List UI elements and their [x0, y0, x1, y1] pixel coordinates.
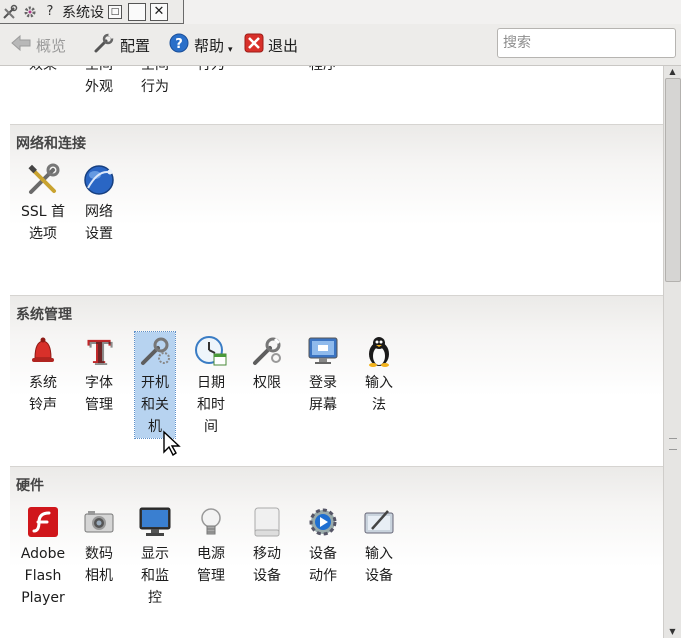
settings-item-datetime[interactable]: 日期 和时 间 — [189, 334, 233, 438]
scrollbar-grip — [669, 438, 677, 450]
tux-penguin-icon — [362, 334, 396, 368]
maximize-button[interactable] — [128, 2, 146, 21]
item-label: 数码 相机 — [85, 546, 113, 584]
section-title: 硬件 — [16, 478, 44, 494]
settings-item[interactable]: 行为 — [189, 66, 233, 76]
section-network: 网络和连接 SSL 首 选项 网络 设置 — [10, 124, 663, 296]
settings-item-permissions[interactable]: 权限 — [245, 334, 289, 394]
svg-text:?: ? — [175, 37, 183, 52]
wrench-icon — [92, 31, 116, 59]
tools-icon[interactable] — [0, 2, 20, 22]
font-icon: TT — [82, 334, 116, 368]
login-screen-icon — [306, 334, 340, 368]
item-label: 效果 — [17, 66, 69, 76]
settings-item-login-screen[interactable]: 登录 屏幕 — [301, 334, 345, 416]
settings-item-flash[interactable]: Adobe Flash Player — [21, 505, 65, 609]
back-arrow-icon — [10, 33, 32, 57]
item-label: 移动 设备 — [253, 546, 281, 584]
device-actions-icon — [306, 505, 340, 539]
item-label: 程序 — [297, 66, 349, 76]
close-button[interactable]: ✕ — [150, 2, 168, 21]
permissions-wrench-icon — [250, 334, 284, 368]
bell-icon — [26, 334, 60, 368]
clock-calendar-icon — [194, 334, 228, 368]
settings-item-fonts[interactable]: TT 字体 管理 — [77, 334, 121, 416]
input-tablet-icon — [362, 505, 396, 539]
item-label: Adobe Flash Player — [20, 546, 66, 606]
item-label: 日期 和时 间 — [197, 375, 225, 435]
settings-item[interactable]: 空间 外观 — [77, 66, 121, 98]
item-label: 开机 和关 机 — [141, 375, 169, 435]
scroll-up-icon[interactable]: ▲ — [664, 66, 681, 78]
settings-content: 效果 空间 外观 空间 行为 行为 程序 网络和连接 SSL 首 选项 网络 设… — [0, 66, 663, 638]
help-icon: ? — [168, 32, 190, 58]
scrollbar-thumb[interactable] — [665, 78, 681, 282]
ssl-tools-icon — [26, 163, 60, 197]
item-label: 空间 行为 — [141, 66, 169, 95]
item-label: 显示 和监 控 — [141, 546, 169, 606]
quit-button[interactable]: 退出 — [244, 32, 298, 58]
settings-item-input-devices[interactable]: 输入 设备 — [357, 505, 401, 587]
configure-button[interactable]: 配置 — [92, 32, 150, 58]
help-button[interactable]: ? 帮助 ▾ — [168, 32, 233, 58]
settings-item-removable[interactable]: 移动 设备 — [245, 505, 289, 587]
settings-item-display[interactable]: 显示 和监 控 — [133, 505, 177, 609]
item-label: SSL 首 选项 — [20, 204, 66, 242]
monitor-icon — [138, 505, 172, 539]
item-label: 设备 动作 — [309, 546, 337, 584]
settings-item-startup-shutdown[interactable]: 开机 和关 机 — [134, 331, 176, 439]
back-label: 概览 — [36, 36, 67, 55]
window-title: 系统设 — [62, 4, 104, 21]
settings-item[interactable]: 空间 行为 — [133, 66, 177, 98]
settings-item-ssl[interactable]: SSL 首 选项 — [21, 163, 65, 245]
section-hardware: 硬件 Adobe Flash Player 数码 相机 显示 和监 控 电源 管… — [10, 466, 663, 638]
configure-label: 配置 — [120, 36, 151, 55]
mouse-cursor-icon — [163, 430, 181, 456]
close-icon: ✕ — [153, 4, 165, 19]
item-label: 权限 — [253, 375, 281, 391]
svg-text:T: T — [89, 335, 113, 368]
item-label: 登录 屏幕 — [309, 375, 337, 413]
settings-item-network[interactable]: 网络 设置 — [77, 163, 121, 245]
search-input[interactable] — [497, 28, 676, 58]
title-bar: ? 系统设 □ ✕ — [0, 0, 184, 24]
settings-item-device-actions[interactable]: 设备 动作 — [301, 505, 345, 587]
item-label: 空间 外观 — [85, 66, 113, 95]
item-label: 系统 铃声 — [29, 375, 57, 413]
network-globe-icon — [82, 163, 116, 197]
back-button[interactable]: 概览 — [10, 32, 66, 58]
section-title: 系统管理 — [16, 307, 72, 323]
settings-item-power[interactable]: 电源 管理 — [189, 505, 233, 587]
section-system-admin: 系统管理 系统 铃声 TT 字体 管理 开机 和关 机 日期 和时 间 权限 登… — [10, 295, 663, 467]
scroll-down-icon[interactable]: ▼ — [664, 626, 681, 638]
quit-icon — [244, 33, 264, 57]
settings-item-input-method[interactable]: 输入 法 — [357, 334, 401, 416]
item-label: 字体 管理 — [85, 375, 113, 413]
section-title: 网络和连接 — [16, 136, 86, 152]
quit-label: 退出 — [268, 36, 299, 55]
settings-item-camera[interactable]: 数码 相机 — [77, 505, 121, 587]
item-label: 网络 设置 — [85, 204, 113, 242]
removable-drive-icon — [250, 505, 284, 539]
vertical-scrollbar[interactable]: ▲ ▼ — [663, 66, 681, 638]
chevron-down-icon: ▾ — [228, 45, 233, 55]
restore-icon: □ — [110, 6, 120, 17]
help-question-icon[interactable]: ? — [40, 2, 60, 22]
item-label: 输入 设备 — [365, 546, 393, 584]
item-label: 输入 法 — [365, 375, 393, 413]
settings-item[interactable]: 程序 — [301, 66, 345, 76]
help-label: 帮助 — [194, 36, 225, 55]
restore-button[interactable]: □ — [108, 4, 122, 19]
settings-item-bell[interactable]: 系统 铃声 — [21, 334, 65, 416]
item-label: 电源 管理 — [197, 546, 225, 584]
gear-icon — [20, 2, 40, 22]
startup-shutdown-icon — [138, 334, 172, 368]
settings-item[interactable]: 效果 — [21, 66, 65, 76]
lightbulb-icon — [194, 505, 228, 539]
toolbar: 概览 配置 ? 帮助 ▾ 退出 — [0, 24, 681, 66]
camera-icon — [82, 505, 116, 539]
item-label: 行为 — [185, 66, 237, 76]
flash-icon — [26, 505, 60, 539]
